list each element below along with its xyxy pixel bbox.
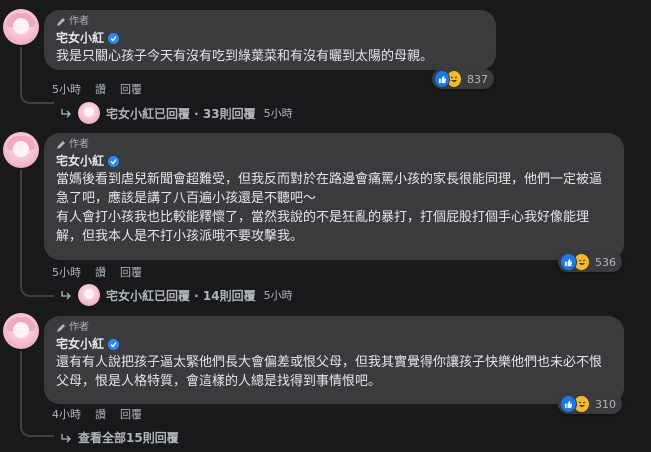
like-button[interactable]: 讚 bbox=[95, 406, 106, 422]
pencil-icon bbox=[57, 18, 65, 26]
like-reaction-icon bbox=[434, 70, 450, 88]
comment-time[interactable]: 5小時 bbox=[52, 264, 81, 280]
reaction-summary[interactable]: 837 bbox=[432, 69, 494, 89]
reaction-count: 536 bbox=[595, 255, 616, 269]
author-name[interactable]: 宅女小紅 bbox=[56, 152, 104, 170]
comment-text: 我是只關心孩子今天有沒有吃到綠葉菜和有沒有曬到太陽的母親。 bbox=[56, 49, 434, 64]
author-tag: 作者 bbox=[56, 15, 484, 29]
verified-badge-icon bbox=[108, 338, 120, 350]
comment-bubble: 作者 宅女小紅 我是只關心孩子今天有沒有吃到綠葉菜和有沒有曬到太陽的母親。 bbox=[44, 10, 496, 70]
view-replies-link[interactable]: 宅女小紅已回覆 · 33則回覆 5小時 bbox=[60, 102, 293, 124]
comment-actions: 4小時 讚 回覆 bbox=[52, 406, 142, 422]
reply-arrow-icon bbox=[61, 291, 71, 300]
comment-text: 還有有人說把孩子逼太緊他們長大會偏差或恨父母，但我其實覺得你讓孩子快樂他們也未必… bbox=[56, 355, 603, 389]
like-reaction-icon bbox=[560, 253, 577, 271]
comment-time[interactable]: 4小時 bbox=[52, 406, 81, 422]
reaction-summary[interactable]: 310 bbox=[558, 394, 622, 414]
pencil-icon bbox=[57, 141, 65, 149]
thread-line bbox=[20, 47, 22, 90]
reaction-count: 310 bbox=[595, 397, 616, 411]
view-replies-link[interactable]: 宅女小紅已回覆 · 14則回覆 5小時 bbox=[60, 284, 293, 306]
comment-text: 當媽後看到虐兒新聞會超難受，但我反而對於在路邊會痛罵小孩的家長很能同理，他們一定… bbox=[56, 172, 603, 244]
reply-button[interactable]: 回覆 bbox=[120, 406, 142, 422]
comment-actions: 5小時 讚 回覆 bbox=[52, 81, 142, 97]
avatar[interactable] bbox=[3, 313, 39, 349]
reaction-summary[interactable]: 536 bbox=[558, 252, 622, 272]
author-tag: 作者 bbox=[56, 138, 612, 152]
thread-line bbox=[20, 351, 22, 423]
reaction-count: 837 bbox=[467, 72, 488, 86]
comment-actions: 5小時 讚 回覆 bbox=[52, 264, 142, 280]
avatar bbox=[78, 102, 100, 124]
replies-label: 查看全部15則回覆 bbox=[78, 431, 179, 445]
thread-elbow bbox=[20, 283, 54, 297]
author-name[interactable]: 宅女小紅 bbox=[56, 29, 104, 47]
verified-badge-icon bbox=[108, 32, 120, 44]
replies-time: 5小時 bbox=[263, 107, 293, 120]
avatar[interactable] bbox=[3, 132, 39, 168]
replies-label: 宅女小紅已回覆 · 14則回覆 bbox=[106, 288, 256, 303]
thread-elbow bbox=[20, 423, 54, 437]
reply-button[interactable]: 回覆 bbox=[120, 81, 142, 97]
author-name[interactable]: 宅女小紅 bbox=[56, 335, 104, 353]
verified-badge-icon bbox=[108, 155, 120, 167]
like-button[interactable]: 讚 bbox=[95, 264, 106, 280]
comment-bubble: 作者 宅女小紅 還有有人說把孩子逼太緊他們長大會偏差或恨父母，但我其實覺得你讓孩… bbox=[44, 316, 624, 404]
thread-line bbox=[20, 170, 22, 283]
reply-arrow-icon bbox=[61, 109, 71, 118]
view-replies-link[interactable]: 查看全部15則回覆 bbox=[60, 429, 179, 446]
replies-label: 宅女小紅已回覆 · 33則回覆 bbox=[106, 106, 256, 121]
like-button[interactable]: 讚 bbox=[95, 81, 106, 97]
comment-time[interactable]: 5小時 bbox=[52, 81, 81, 97]
reply-button[interactable]: 回覆 bbox=[120, 264, 142, 280]
author-tag: 作者 bbox=[56, 321, 612, 335]
pencil-icon bbox=[57, 324, 65, 332]
replies-time: 5小時 bbox=[263, 289, 293, 302]
avatar bbox=[78, 284, 100, 306]
reply-arrow-icon bbox=[61, 433, 71, 442]
thread-elbow bbox=[20, 90, 54, 104]
avatar[interactable] bbox=[3, 9, 39, 45]
like-reaction-icon bbox=[560, 395, 577, 413]
comment-bubble: 作者 宅女小紅 當媽後看到虐兒新聞會超難受，但我反而對於在路邊會痛罵小孩的家長很… bbox=[44, 133, 624, 260]
